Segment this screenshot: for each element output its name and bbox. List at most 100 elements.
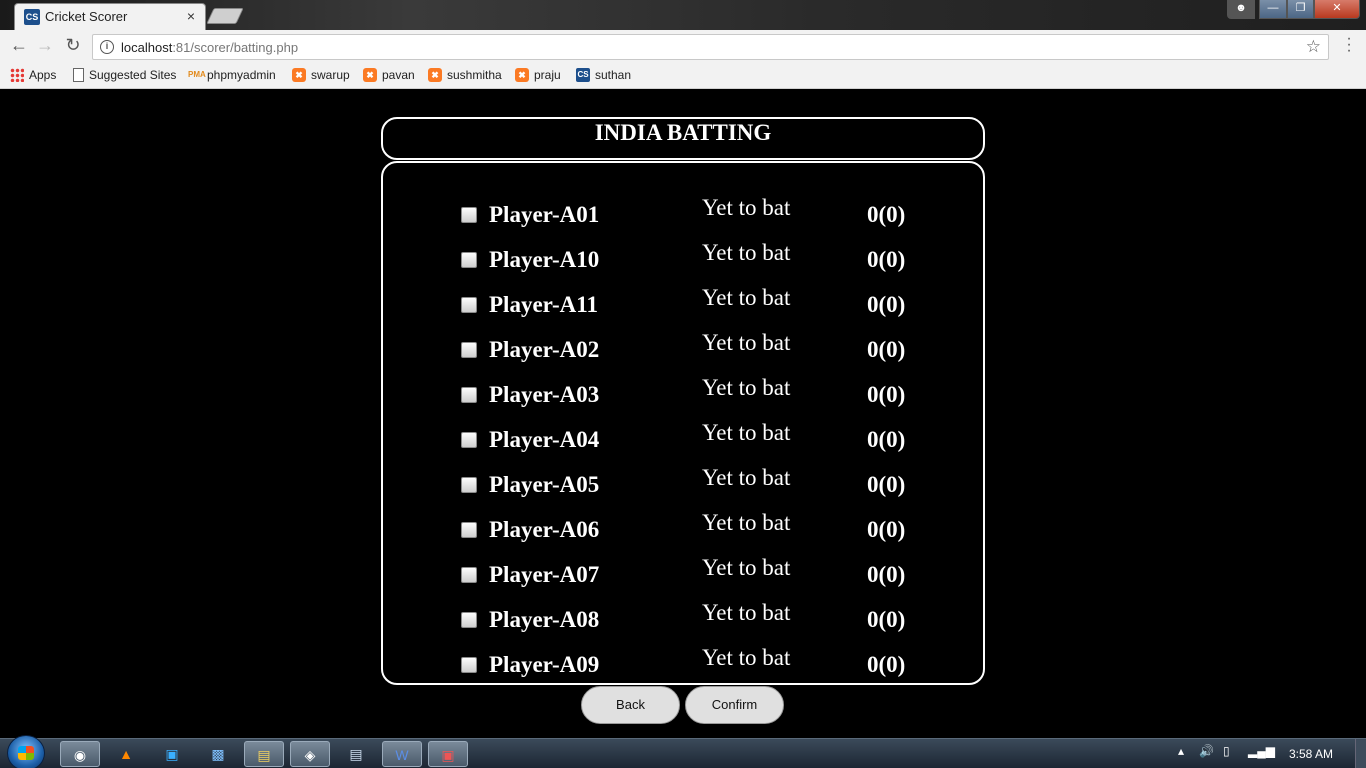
player-score: 0(0)	[867, 427, 906, 452]
player-checkbox[interactable]	[461, 567, 477, 583]
bookmark-label: suthan	[595, 68, 632, 82]
maximize-button[interactable]: ❐	[1287, 0, 1314, 19]
page-title: INDIA BATTING	[594, 120, 772, 145]
confirm-button[interactable]: Confirm	[685, 686, 784, 724]
player-name: Player-A01	[489, 202, 600, 227]
bookmark-apps[interactable]: Apps	[10, 68, 56, 82]
player-status: Yet to bat	[702, 285, 791, 310]
player-score: 0(0)	[867, 562, 906, 587]
app-taskbar-icon[interactable]: ▣	[428, 741, 468, 767]
forward-arrow-icon[interactable]: →	[34, 35, 56, 56]
xampp-icon: ✖	[515, 68, 529, 82]
player-name: Player-A10	[489, 247, 600, 272]
batting-header: INDIA BATTING	[381, 117, 985, 160]
teamviewer-taskbar-icon[interactable]: ▣	[152, 741, 192, 767]
player-checkbox[interactable]	[461, 297, 477, 313]
bookmark-pavan[interactable]: ✖ pavan	[363, 68, 415, 82]
reload-icon[interactable]: ↻	[62, 35, 84, 56]
browser-toolbar: ← → ↻ i localhost:81/scorer/batting.php …	[0, 30, 1366, 64]
page-content: INDIA BATTING Player-A01 Yet to bat 0(0)…	[0, 90, 1366, 738]
bookmark-suggested-sites[interactable]: Suggested Sites	[73, 68, 176, 82]
address-bar[interactable]: i localhost:81/scorer/batting.php ☆	[92, 34, 1329, 60]
player-row: Player-A08 Yet to bat 0(0)	[383, 600, 983, 657]
player-status: Yet to bat	[702, 375, 791, 400]
player-row: Player-A11 Yet to bat 0(0)	[383, 285, 983, 342]
player-row: Player-A09 Yet to bat 0(0)	[383, 645, 983, 702]
player-score: 0(0)	[867, 472, 906, 497]
start-button[interactable]	[7, 735, 45, 768]
tab-title: Cricket Scorer	[45, 9, 128, 24]
player-status: Yet to bat	[702, 600, 791, 625]
player-name: Player-A07	[489, 562, 600, 587]
url-text[interactable]: localhost:81/scorer/batting.php	[121, 40, 298, 55]
bookmarks-bar: Apps Suggested Sites PMA phpmyadmin ✖ swar…	[0, 64, 1366, 89]
player-checkbox[interactable]	[461, 207, 477, 223]
info-icon[interactable]: i	[100, 40, 114, 54]
profile-icon[interactable]: ☻	[1227, 0, 1255, 19]
player-status: Yet to bat	[702, 465, 791, 490]
cs-favicon-icon: CS	[24, 9, 40, 25]
notepad-taskbar-icon[interactable]: ▤	[336, 741, 376, 767]
player-checkbox[interactable]	[461, 387, 477, 403]
bookmark-praju[interactable]: ✖ praju	[515, 68, 561, 82]
player-checkbox[interactable]	[461, 432, 477, 448]
player-row: Player-A01 Yet to bat 0(0)	[383, 195, 983, 252]
back-button[interactable]: Back	[581, 686, 680, 724]
player-status: Yet to bat	[702, 645, 791, 670]
chrome-taskbar-icon[interactable]: ◉	[60, 741, 100, 767]
monitor-taskbar-icon[interactable]: ▩	[198, 741, 238, 767]
explorer-taskbar-icon[interactable]: ▤	[244, 741, 284, 767]
player-name: Player-A11	[489, 292, 599, 317]
player-score: 0(0)	[867, 292, 906, 317]
bookmark-label: Suggested Sites	[89, 68, 177, 82]
player-list: Player-A01 Yet to bat 0(0) Player-A10 Ye…	[381, 161, 985, 685]
chrome-menu-icon[interactable]: · · ·	[1344, 31, 1354, 59]
player-checkbox[interactable]	[461, 657, 477, 673]
player-checkbox[interactable]	[461, 612, 477, 628]
bookmark-star-icon[interactable]: ☆	[1306, 37, 1321, 57]
volume-icon[interactable]: 🔊	[1199, 744, 1214, 758]
player-name: Player-A02	[489, 337, 600, 362]
player-row: Player-A10 Yet to bat 0(0)	[383, 240, 983, 297]
player-name: Player-A06	[489, 517, 600, 542]
windows-taskbar: ◉ ▲ ▣ ▩ ▤ ◈ ▤ W ▣ ▴ 🔊 ▯ ▂▄▆ 3:58 AM	[0, 735, 1366, 768]
player-checkbox[interactable]	[461, 342, 477, 358]
player-status: Yet to bat	[702, 195, 791, 220]
tab-close-icon[interactable]: ×	[187, 8, 195, 24]
bookmark-label: Apps	[29, 68, 57, 82]
bookmark-label: swarup	[311, 68, 350, 82]
back-arrow-icon[interactable]: ←	[8, 35, 30, 56]
player-checkbox[interactable]	[461, 252, 477, 268]
player-checkbox[interactable]	[461, 522, 477, 538]
bookmark-suthan[interactable]: CS suthan	[576, 68, 631, 82]
word-taskbar-icon[interactable]: W	[382, 741, 422, 767]
clock[interactable]: 3:58 AM	[1289, 747, 1333, 761]
tray-expand-icon[interactable]: ▴	[1178, 744, 1184, 758]
battery-icon[interactable]: ▯	[1223, 744, 1230, 758]
bookmark-phpmyadmin[interactable]: PMA phpmyadmin	[188, 68, 276, 82]
bookmark-label: sushmitha	[447, 68, 502, 82]
show-desktop-button[interactable]	[1355, 739, 1366, 768]
player-score: 0(0)	[867, 652, 906, 677]
close-window-button[interactable]: ✕	[1314, 0, 1360, 19]
player-row: Player-A07 Yet to bat 0(0)	[383, 555, 983, 612]
bookmark-swarup[interactable]: ✖ swarup	[292, 68, 350, 82]
player-status: Yet to bat	[702, 510, 791, 535]
bookmark-sushmitha[interactable]: ✖ sushmitha	[428, 68, 502, 82]
player-checkbox[interactable]	[461, 477, 477, 493]
player-score: 0(0)	[867, 607, 906, 632]
paint-taskbar-icon[interactable]: ◈	[290, 741, 330, 767]
minimize-button[interactable]: —	[1259, 0, 1287, 19]
vlc-taskbar-icon[interactable]: ▲	[106, 741, 146, 767]
browser-tab[interactable]: CS Cricket Scorer ×	[14, 3, 206, 30]
xampp-icon: ✖	[428, 68, 442, 82]
bookmark-label: praju	[534, 68, 561, 82]
player-name: Player-A09	[489, 652, 600, 677]
xampp-icon: ✖	[363, 68, 377, 82]
player-name: Player-A05	[489, 472, 600, 497]
apps-icon	[10, 68, 24, 82]
player-score: 0(0)	[867, 517, 906, 542]
new-tab-button[interactable]	[206, 8, 244, 24]
url-host: localhost	[121, 40, 173, 55]
signal-icon[interactable]: ▂▄▆	[1248, 744, 1275, 758]
